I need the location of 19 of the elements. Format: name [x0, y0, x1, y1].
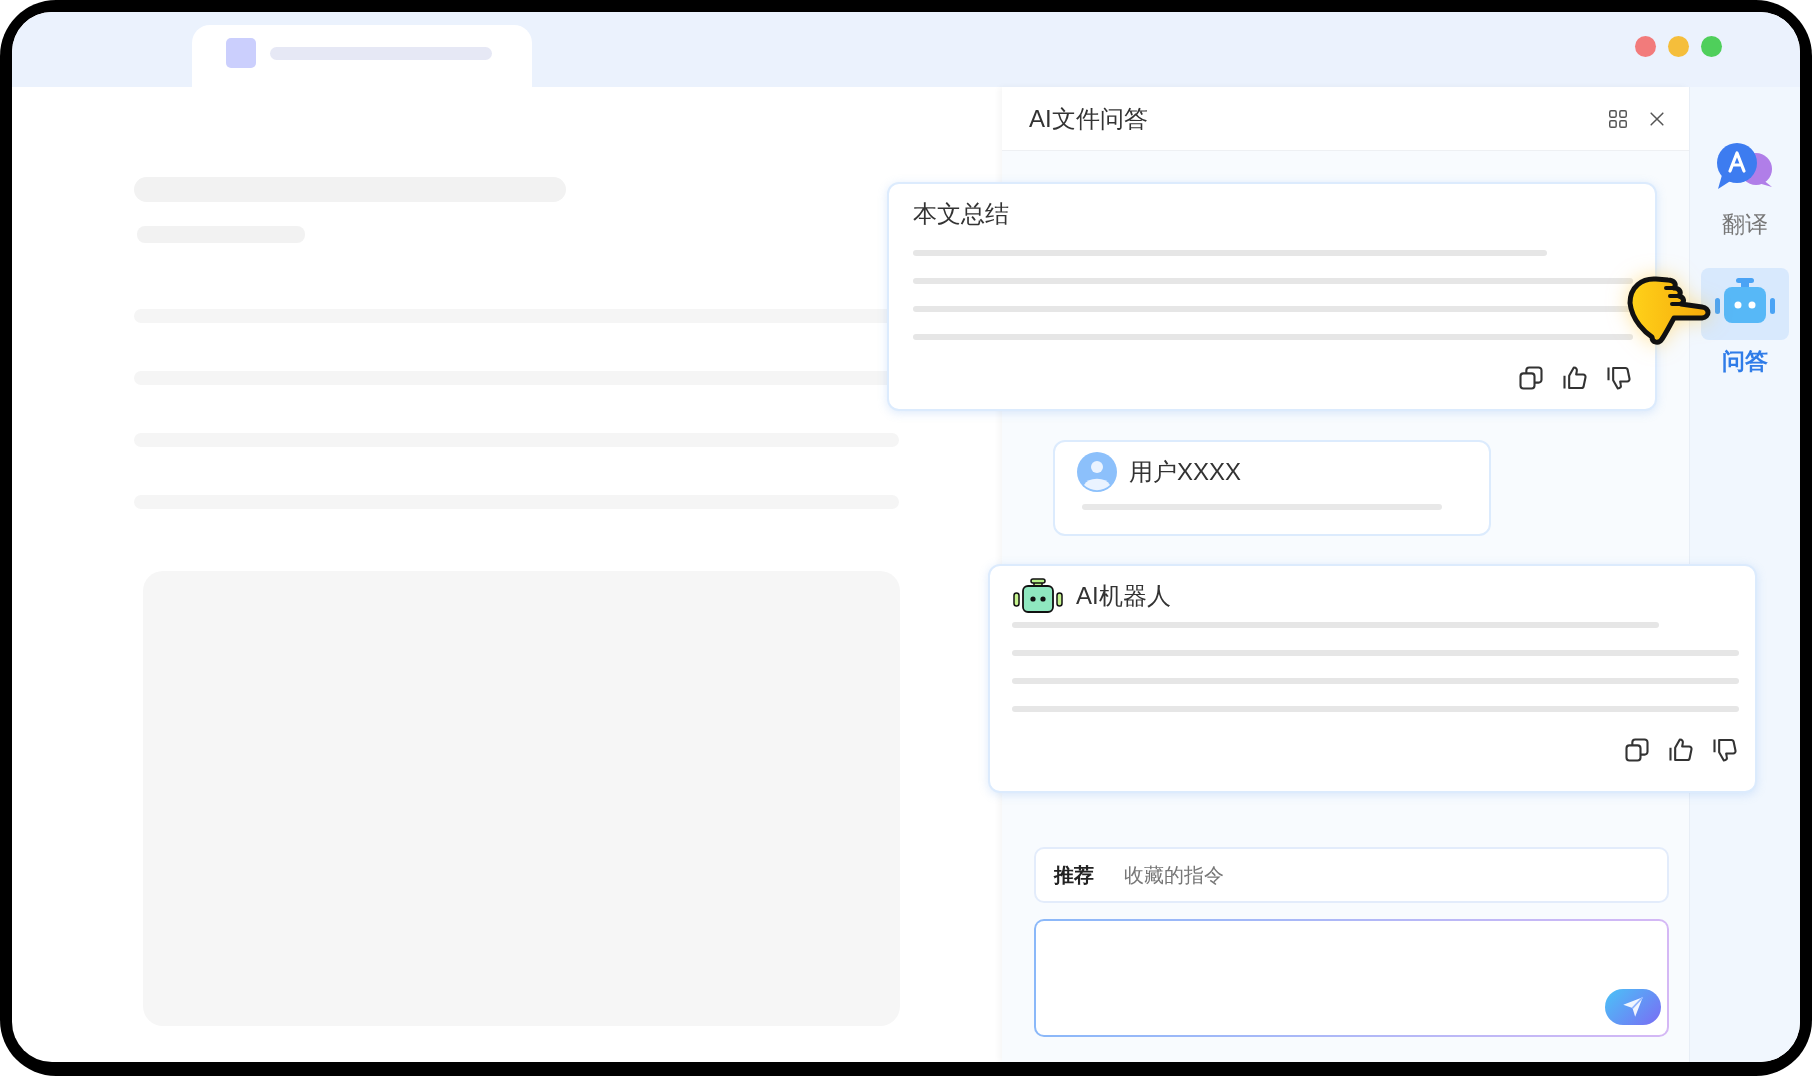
send-button[interactable] [1605, 989, 1661, 1025]
avatar-icon [1077, 452, 1117, 492]
command-tab[interactable]: 收藏的指令 [1124, 861, 1224, 889]
user-name: 用户XXXX [1129, 457, 1242, 487]
command-tab[interactable]: 推荐 [1054, 861, 1094, 889]
grid-icon[interactable] [1607, 107, 1629, 130]
thumbs-down-icon[interactable] [1711, 736, 1739, 764]
sidebar-item[interactable]: 翻译 [1701, 131, 1789, 240]
panel-title: AI文件问答 [1029, 103, 1148, 134]
robot-icon [1012, 578, 1064, 614]
thumbs-up-icon[interactable] [1667, 736, 1695, 764]
copy-icon[interactable] [1623, 736, 1651, 764]
input-field[interactable] [1034, 919, 1669, 1037]
copy-icon[interactable] [1517, 364, 1545, 392]
thumbs-down-icon[interactable] [1605, 364, 1633, 392]
tab-icon [226, 38, 256, 68]
bot-name: AI机器人 [1076, 581, 1171, 611]
card-title: 本文总结 [913, 199, 1010, 229]
thumbs-up-icon[interactable] [1561, 364, 1589, 392]
